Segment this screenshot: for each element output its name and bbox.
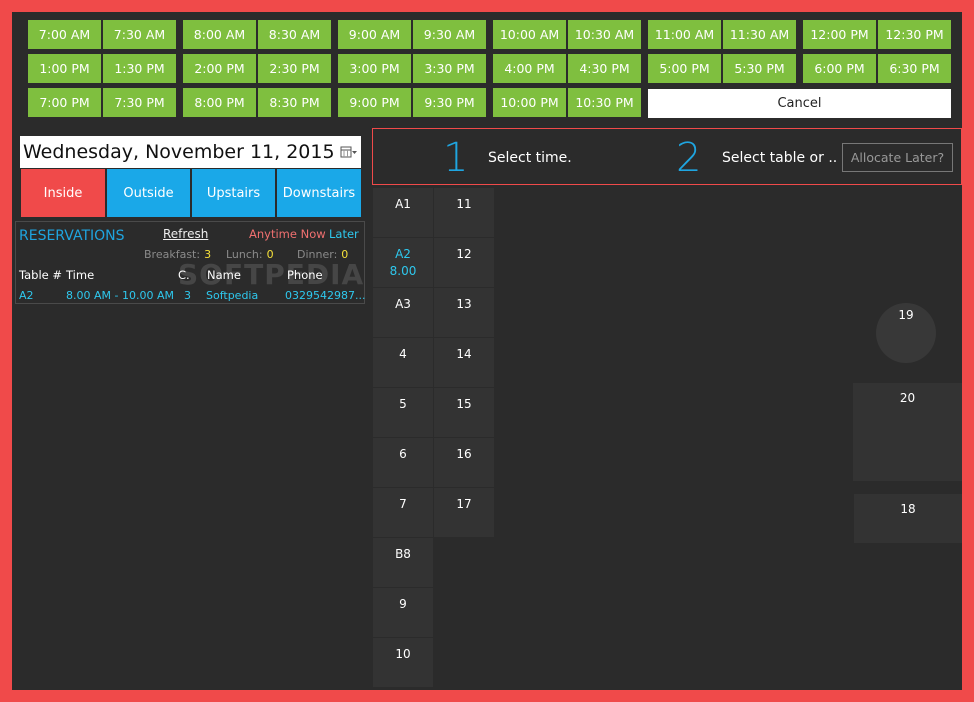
table-cell[interactable]: 12 [434,238,494,287]
table-cell[interactable]: 10 [373,638,433,687]
col-table: Table # [19,268,63,282]
time-slot-button[interactable]: 6:30 PM [878,54,951,83]
table-cell[interactable]: 15 [434,388,494,437]
table-column-1: A1 A2 8.00 A3 4 5 6 7 B8 9 10 [373,188,433,688]
table-cell[interactable]: A1 [373,188,433,237]
row-time[interactable]: 8.00 AM - 10.00 AM [66,289,174,302]
time-slot-button[interactable]: 11:30 AM [723,20,796,49]
time-slot-button[interactable]: 2:30 PM [258,54,331,83]
table-cell[interactable]: 7 [373,488,433,537]
time-slot-button[interactable]: 7:00 PM [28,88,101,117]
time-slot-button[interactable]: 7:30 AM [103,20,176,49]
allocate-later-button[interactable]: Allocate Later? [842,143,953,172]
table-20[interactable]: 20 [853,383,962,481]
table-cell[interactable]: 5 [373,388,433,437]
table-18[interactable]: 18 [854,494,962,543]
tab-inside[interactable]: Inside [21,169,105,217]
tab-upstairs[interactable]: Upstairs [192,169,275,217]
step-one-label: Select time. [488,150,572,166]
time-slot-button[interactable]: 10:00 PM [493,88,566,117]
time-slot-button[interactable]: 1:00 PM [28,54,101,83]
time-slot-button[interactable]: 12:00 PM [803,20,876,49]
anytime-now-filter[interactable]: Anytime Now [249,227,326,241]
table-cell[interactable]: 13 [434,288,494,337]
time-slot-button[interactable]: 8:30 AM [258,20,331,49]
time-slot-button[interactable]: 10:00 AM [493,20,566,49]
time-slot-button[interactable]: 9:30 AM [413,20,486,49]
time-slot-button[interactable]: 5:00 PM [648,54,721,83]
table-cell[interactable]: A2 8.00 [373,238,433,287]
table-name: A3 [395,297,411,311]
time-slot-button[interactable]: 11:00 AM [648,20,721,49]
time-slot-button[interactable]: 9:00 AM [338,20,411,49]
table-name: B8 [395,547,411,561]
col-time: Time [66,268,95,282]
table-cell[interactable]: 17 [434,488,494,537]
table-name: 10 [395,647,411,661]
table-cell[interactable]: 4 [373,338,433,387]
time-slot-button[interactable]: 7:00 AM [28,20,101,49]
table-cell[interactable]: 16 [434,438,494,487]
time-slot-button[interactable]: 8:00 AM [183,20,256,49]
table-cell[interactable]: B8 [373,538,433,587]
time-slot-button[interactable]: 4:00 PM [493,54,566,83]
date-value: Wednesday, November 11, 2015 [23,141,335,163]
table-name: 7 [399,497,407,511]
refresh-link[interactable]: Refresh [163,227,208,241]
time-slot-button[interactable]: 12:30 PM [878,20,951,49]
tab-outside[interactable]: Outside [107,169,190,217]
later-filter[interactable]: Later [329,227,359,241]
time-slot-button[interactable]: 3:30 PM [413,54,486,83]
date-picker[interactable]: Wednesday, November 11, 2015 [20,136,361,168]
time-slot-button[interactable]: 8:30 PM [258,88,331,117]
time-slot-button[interactable]: 6:00 PM [803,54,876,83]
time-slot-button[interactable]: 1:30 PM [103,54,176,83]
time-slot-button[interactable]: 9:00 PM [338,88,411,117]
table-19[interactable]: 19 [876,303,936,363]
time-slot-button[interactable]: 9:30 PM [413,88,486,117]
table-name: 4 [399,347,407,361]
table-name: A2 [395,247,411,261]
time-slot-button[interactable]: 5:30 PM [723,54,796,83]
cancel-button[interactable]: Cancel [648,89,951,118]
time-slot-button[interactable]: 7:30 PM [103,88,176,117]
time-slot-button[interactable]: 3:00 PM [338,54,411,83]
table-name: A1 [395,197,411,211]
step-two-number: 2 [676,135,702,181]
step-two-label: Select table or .. [722,150,838,166]
time-slot-button[interactable]: 4:30 PM [568,54,641,83]
table-cell[interactable]: 9 [373,588,433,637]
reservations-title: RESERVATIONS [19,228,125,244]
row-table[interactable]: A2 [19,289,34,302]
calendar-dropdown-icon[interactable] [337,142,361,162]
time-slot-button[interactable]: 10:30 PM [568,88,641,117]
table-name: 6 [399,447,407,461]
time-slot-button[interactable]: 10:30 AM [568,20,641,49]
table-cell[interactable]: A3 [373,288,433,337]
table-cell[interactable]: 6 [373,438,433,487]
tab-downstairs[interactable]: Downstairs [277,169,361,217]
table-column-2: 11 12 13 14 15 16 17 [434,188,494,538]
steps-bar: 1 Select time. 2 Select table or .. Allo… [372,128,962,185]
table-name: 5 [399,397,407,411]
watermark: SOFTPEDIA [178,258,365,291]
table-name: 9 [399,597,407,611]
table-cell[interactable]: 14 [434,338,494,387]
time-slot-button[interactable]: 8:00 PM [183,88,256,117]
step-one-number: 1 [443,135,469,181]
time-slot-button[interactable]: 2:00 PM [183,54,256,83]
table-reservation-time: 8.00 [389,264,417,278]
table-cell[interactable]: 11 [434,188,494,237]
